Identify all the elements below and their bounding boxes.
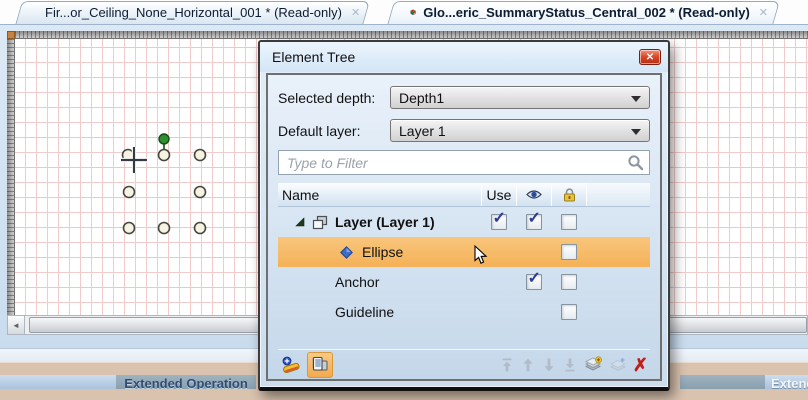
scroll-left-button[interactable]: ◄ — [8, 316, 25, 334]
visibility-checkbox[interactable]: ✓ — [526, 274, 542, 290]
move-top-icon — [499, 357, 515, 373]
horizontal-ruler — [15, 31, 808, 39]
panel-header-segment[interactable] — [0, 375, 116, 389]
element-tree-dialog: Element Tree ✕ Selected depth: Depth1 De… — [258, 40, 670, 391]
selected-depth-value: Depth1 — [399, 90, 444, 106]
tab-global-summary-document[interactable]: Glo...eric_SummaryStatus_Central_002 * (… — [394, 1, 780, 24]
move-to-bottom-button[interactable] — [562, 357, 578, 373]
row-label: Guideline — [335, 304, 394, 320]
tab-close-icon[interactable]: ✕ — [349, 6, 362, 19]
application-window: Fir...or_Ceiling_None_Horizontal_001 * (… — [0, 0, 808, 400]
default-layer-dropdown[interactable]: Layer 1 — [390, 119, 650, 142]
marker-tool-button[interactable] — [280, 354, 302, 376]
marker-icon — [280, 354, 302, 376]
move-bottom-icon — [562, 357, 578, 373]
tree-row-ellipse[interactable]: Ellipse — [278, 237, 650, 267]
panel-header-segment[interactable] — [680, 375, 765, 389]
tab-label: Glo...eric_SummaryStatus_Central_002 * (… — [423, 5, 750, 20]
eye-icon — [526, 189, 542, 200]
selected-depth-dropdown[interactable]: Depth1 — [390, 86, 650, 109]
dialog-close-button[interactable]: ✕ — [639, 49, 661, 65]
chevron-down-icon — [631, 96, 641, 102]
column-header-lock[interactable] — [551, 183, 586, 206]
lock-checkbox[interactable] — [561, 214, 577, 230]
move-up-icon — [520, 357, 536, 373]
merge-layer-icon — [608, 356, 628, 374]
use-checkbox[interactable]: ✓ — [491, 214, 507, 230]
column-header-visibility[interactable] — [516, 183, 551, 206]
dialog-content: Selected depth: Depth1 Default layer: La… — [266, 73, 662, 381]
panel-header-extended-operation[interactable]: Extended Operation — [116, 375, 256, 389]
default-layer-label: Default layer: — [278, 123, 390, 139]
move-to-top-button[interactable] — [499, 357, 515, 373]
move-up-button[interactable] — [520, 357, 536, 373]
cube-icon — [410, 5, 416, 20]
lock-checkbox[interactable] — [561, 274, 577, 290]
tab-close-icon[interactable]: ✕ — [757, 6, 770, 19]
column-header-name[interactable]: Name — [278, 183, 481, 206]
tree-toolbar: ✗ — [278, 349, 650, 379]
lock-checkbox[interactable] — [561, 244, 577, 260]
search-icon[interactable] — [627, 154, 644, 171]
diamond-icon — [340, 246, 353, 259]
selected-depth-label: Selected depth: — [278, 90, 390, 106]
chevron-down-icon — [631, 129, 641, 135]
copy-elements-icon — [311, 356, 329, 374]
panel-header-label: Extended Operation — [765, 375, 808, 389]
vertical-ruler — [7, 39, 15, 315]
lock-icon — [563, 188, 576, 202]
add-layer-icon — [583, 356, 603, 374]
anchor-handle-point — [159, 134, 169, 144]
dialog-title: Element Tree — [272, 49, 355, 65]
merge-layer-button[interactable] — [608, 356, 628, 374]
panel-header-label: Extended Operation — [116, 375, 256, 389]
tree-expander-icon[interactable] — [295, 217, 305, 227]
document-tabbar: Fir...or_Ceiling_None_Horizontal_001 * (… — [0, 0, 808, 24]
tree-row-anchor[interactable]: Anchor ✓ — [278, 267, 650, 297]
close-icon: ✕ — [646, 52, 654, 63]
dialog-titlebar[interactable]: Element Tree ✕ — [260, 42, 668, 72]
panel-header-extended-operation[interactable]: Extended Operation — [765, 375, 808, 389]
tree-row-guideline[interactable]: Guideline — [278, 297, 650, 327]
move-down-button[interactable] — [541, 357, 557, 373]
column-header-filler — [586, 183, 650, 206]
tree-row-layer[interactable]: Layer (Layer 1) ✓ ✓ — [278, 207, 650, 237]
row-label: Layer (Layer 1) — [335, 214, 435, 230]
visibility-checkbox[interactable]: ✓ — [526, 214, 542, 230]
tree-header-row: Name Use — [278, 183, 650, 207]
move-down-icon — [541, 357, 557, 373]
row-label: Anchor — [335, 274, 379, 290]
tree-empty-area — [278, 327, 650, 349]
element-tree-table: Name Use — [278, 183, 650, 379]
add-layer-button[interactable] — [583, 356, 603, 374]
tab-label: Fir...or_Ceiling_None_Horizontal_001 * (… — [45, 5, 342, 20]
scroll-left-arrow-icon: ◄ — [12, 321, 20, 330]
delete-element-button[interactable]: ✗ — [633, 356, 648, 374]
mouse-cursor — [474, 245, 488, 265]
filter-input[interactable] — [287, 155, 627, 171]
ruler-corner — [7, 31, 15, 39]
lock-checkbox[interactable] — [561, 304, 577, 320]
delete-icon: ✗ — [633, 356, 648, 374]
layers-icon — [312, 215, 328, 230]
default-layer-value: Layer 1 — [399, 123, 446, 139]
row-label: Ellipse — [362, 244, 403, 260]
tab-floor-ceiling-document[interactable]: Fir...or_Ceiling_None_Horizontal_001 * (… — [22, 1, 370, 24]
filter-field[interactable] — [278, 150, 650, 175]
copy-elements-toggle-button[interactable] — [307, 352, 333, 378]
column-header-use[interactable]: Use — [481, 183, 516, 206]
